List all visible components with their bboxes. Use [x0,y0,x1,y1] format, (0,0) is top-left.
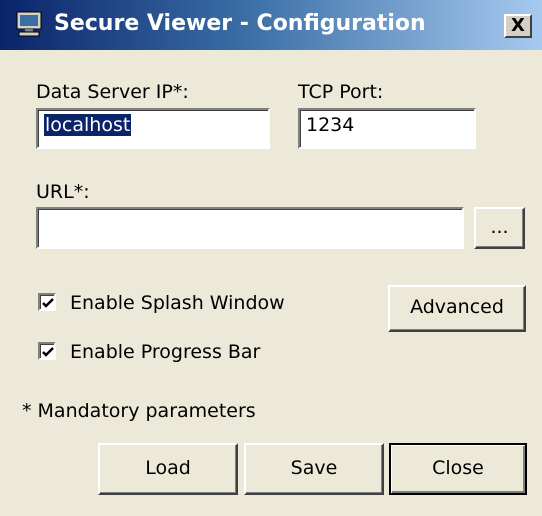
title-bar[interactable]: Secure Viewer - Configuration X [0,0,542,50]
close-button[interactable]: Close [389,443,527,495]
url-input[interactable] [36,207,464,249]
window-title: Secure Viewer - Configuration [54,11,426,36]
splash-checkbox[interactable] [38,293,56,311]
advanced-button[interactable]: Advanced [388,285,526,332]
tcp-port-label: TCP Port: [298,81,384,103]
browse-button[interactable]: ... [474,207,525,249]
configuration-dialog: Secure Viewer - Configuration X Data Ser… [0,0,542,516]
progress-label[interactable]: Enable Progress Bar [70,341,260,363]
close-icon[interactable]: X [504,14,532,38]
tcp-port-input[interactable]: 1234 [298,108,476,149]
tcp-port-value: 1234 [306,114,355,136]
server-ip-input[interactable]: localhost [36,108,270,149]
save-button[interactable]: Save [244,443,384,495]
app-icon [15,10,43,38]
progress-checkbox[interactable] [38,342,56,360]
mandatory-note: * Mandatory parameters [22,400,256,422]
splash-label[interactable]: Enable Splash Window [70,292,285,314]
checkbox-check-icon [42,298,54,308]
load-button[interactable]: Load [98,443,238,495]
server-ip-value: localhost [44,114,132,136]
server-ip-label: Data Server IP*: [36,81,189,103]
url-label: URL*: [36,181,90,203]
checkbox-check-icon [42,347,54,357]
